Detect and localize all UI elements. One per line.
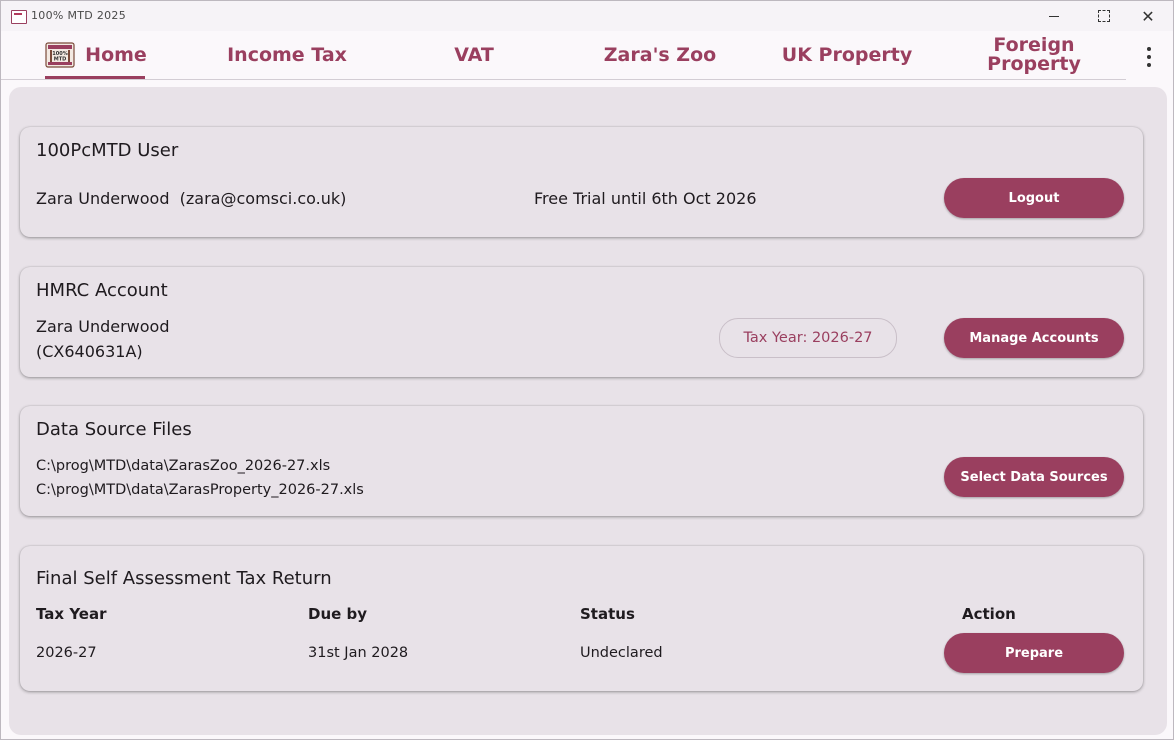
tab-income-tax[interactable]: Income Tax xyxy=(206,31,368,79)
data-file-item: C:\prog\MTD\data\ZarasProperty_2026-27.x… xyxy=(36,482,364,498)
hmrc-name: Zara Underwood xyxy=(36,317,170,336)
row-tax-year: 2026-27 xyxy=(36,645,97,661)
tab-uk-property-label: UK Property xyxy=(781,43,913,66)
nav-bar: 100% MTD Home Income Tax VAT Zara's Zoo … xyxy=(1,31,1126,80)
logout-button[interactable]: Logout xyxy=(944,178,1124,218)
maximize-icon xyxy=(1098,10,1110,22)
svg-text:MTD: MTD xyxy=(54,57,67,63)
user-info: Zara Underwood (zara@comsci.co.uk) xyxy=(36,189,347,208)
window-title: 100% MTD 2025 xyxy=(31,9,127,22)
hmrc-card-title: HMRC Account xyxy=(36,280,168,301)
minimize-icon xyxy=(1049,15,1059,17)
maximize-button[interactable] xyxy=(1081,1,1127,31)
tab-foreign-property[interactable]: Foreign Property xyxy=(953,31,1115,79)
minimize-button[interactable] xyxy=(1031,1,1077,31)
data-source-card-title: Data Source Files xyxy=(36,419,192,440)
row-status: Undeclared xyxy=(580,645,663,661)
tab-home[interactable]: 100% MTD Home xyxy=(41,31,151,79)
column-header-status: Status xyxy=(580,605,635,623)
tab-foreign-property-label: Foreign Property xyxy=(987,34,1081,75)
tab-zaras-zoo[interactable]: Zara's Zoo xyxy=(579,31,741,79)
hmrc-card: HMRC Account Zara Underwood (CX640631A) … xyxy=(20,267,1143,377)
active-tab-indicator xyxy=(45,76,145,79)
title-bar: 100% MTD 2025 ✕ xyxy=(1,1,1173,31)
tab-zaras-zoo-label: Zara's Zoo xyxy=(603,43,717,66)
hmrc-nino: (CX640631A) xyxy=(36,342,143,361)
app-small-icon xyxy=(11,10,27,24)
tax-year-chip[interactable]: Tax Year: 2026-27 xyxy=(719,318,897,358)
row-due-by: 31st Jan 2028 xyxy=(308,645,409,661)
tab-uk-property[interactable]: UK Property xyxy=(766,31,928,79)
tab-income-tax-label: Income Tax xyxy=(227,43,347,66)
tab-home-label: Home xyxy=(85,43,147,66)
close-button[interactable]: ✕ xyxy=(1125,1,1171,31)
select-data-sources-button[interactable]: Select Data Sources xyxy=(944,457,1124,497)
trial-status: Free Trial until 6th Oct 2026 xyxy=(534,189,757,208)
user-card-title: 100PcMTD User xyxy=(36,140,179,161)
manage-accounts-button[interactable]: Manage Accounts xyxy=(944,318,1124,358)
final-return-card-title: Final Self Assessment Tax Return xyxy=(36,568,332,589)
tab-vat[interactable]: VAT xyxy=(393,31,555,79)
user-card: 100PcMTD User Zara Underwood (zara@comsc… xyxy=(20,127,1143,237)
main-content: 100PcMTD User Zara Underwood (zara@comsc… xyxy=(9,87,1167,735)
column-header-due-by: Due by xyxy=(308,605,368,623)
tab-vat-label: VAT xyxy=(454,43,494,66)
data-source-card: Data Source Files C:\prog\MTD\data\Zaras… xyxy=(20,406,1143,516)
app-logo-icon: 100% MTD xyxy=(45,42,75,68)
close-icon: ✕ xyxy=(1141,6,1155,26)
more-vert-icon[interactable] xyxy=(1141,47,1157,67)
app-window: 100% MTD 2025 ✕ 100% MTD Home Income Tax… xyxy=(0,0,1174,740)
final-return-card: Final Self Assessment Tax Return Tax Yea… xyxy=(20,546,1143,691)
column-header-tax-year: Tax Year xyxy=(36,605,107,623)
prepare-button[interactable]: Prepare xyxy=(944,633,1124,673)
data-file-item: C:\prog\MTD\data\ZarasZoo_2026-27.xls xyxy=(36,458,331,474)
column-header-action: Action xyxy=(962,605,1016,623)
